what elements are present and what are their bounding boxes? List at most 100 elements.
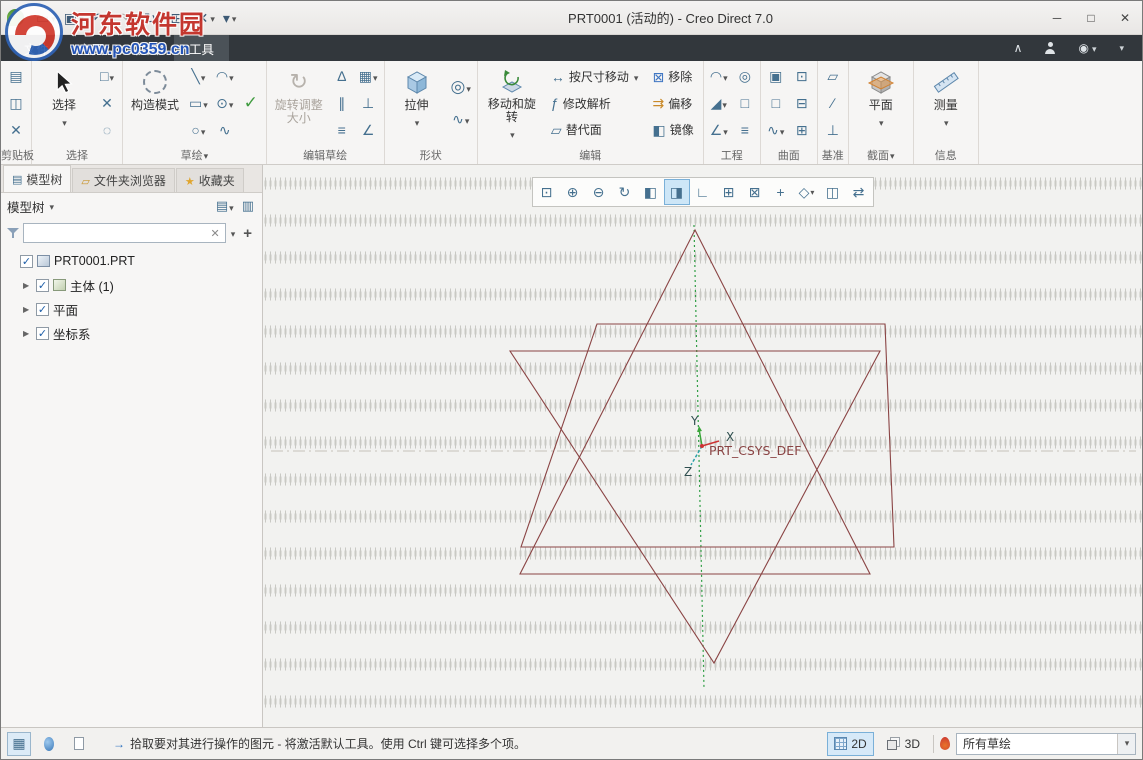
zoom-in-button[interactable]: ⊕ ▾ [560,179,586,205]
construction-mode-button[interactable]: 构造模式 [126,63,184,145]
model-tree-menu-caret-icon[interactable] [49,199,55,213]
surface-trim-button[interactable]: ▣ [764,64,788,88]
select-button[interactable]: 选择 [35,63,93,145]
angle-dimension-button[interactable]: ∠ [356,118,381,142]
section-plane-button[interactable]: 平面 [852,63,910,145]
graphics-area[interactable]: ⊡ ▾ ⊕ ▾ ⊖ ▾ ↻ ▾ ◧ ▾ ◨ ▾ ∟ [263,165,1142,727]
tree-item-checkbox[interactable] [36,327,49,340]
window-button[interactable]: ⊞ [166,7,192,29]
sketch-palette-button[interactable]: ▦ [356,64,381,88]
surface-merge-button[interactable]: ⊡ [790,64,814,88]
ribbon-tab[interactable]: 工具 [174,35,229,61]
cut-button[interactable]: ✕ [4,118,28,142]
sketch-spline-button[interactable]: ∿ [213,118,237,142]
repaint-button[interactable]: ↻ ▾ [612,179,638,205]
mode-2d-button[interactable]: 2D [827,732,873,756]
navigator-tab[interactable]: 收藏夹 [176,168,244,192]
extrude-button[interactable]: 拉伸 [388,63,446,145]
surface-solidify-button[interactable]: ⊟ [790,91,814,115]
undo-button[interactable]: ↶ [88,7,114,29]
expand-arrow-icon[interactable] [23,329,32,338]
navigator-tab[interactable]: 模型树 [3,165,71,192]
sketch-ellipse-button[interactable]: ⊙ [213,91,237,115]
hole-button[interactable]: ◎ [733,64,757,88]
saved-orientations-button[interactable]: ◨ ▾ [664,179,690,205]
measure-button[interactable]: 测量 [917,63,975,145]
shell-button[interactable]: □ [733,91,757,115]
datum-point-button[interactable]: ⊥ [821,118,845,142]
add-filter-button[interactable]: + [239,225,256,242]
navigator-tab[interactable]: 文件夹浏览器 [72,168,174,192]
clipping-button[interactable]: ◫ ▾ [820,179,846,205]
selection-filter-button[interactable]: □ [95,64,119,88]
revolve-button[interactable]: ◎ [448,75,474,99]
sketch-filter-dropdown[interactable]: 所有草绘 [956,733,1136,755]
dropdown-caret-icon[interactable] [1117,734,1135,754]
offset-button[interactable]: ⇉偏移 [646,91,699,116]
perpendicular-constraint-button[interactable]: ⊥ [356,91,381,115]
minimize-button[interactable]: ─ [1040,5,1074,31]
redo-button[interactable]: ↷ [114,7,140,29]
tree-item[interactable]: 主体 (1) [1,273,262,297]
annotation-display-button[interactable]: ⊠ ▾ [742,179,768,205]
ribbon-tab[interactable]: 主页 [64,35,119,61]
new-button[interactable]: ▭ [32,7,60,29]
close-window-button[interactable]: ✕ [193,7,219,29]
close-button[interactable]: ✕ [1108,5,1142,31]
tree-item[interactable]: PRT0001.PRT [1,249,262,273]
connect-account-button[interactable] [1038,41,1062,55]
ribbon-tab[interactable]: 视图 [119,35,174,61]
web-browser-button[interactable] [37,732,61,756]
rib-button[interactable]: ≡ [733,118,757,142]
previous-tool-button[interactable]: ⇄ ▾ [846,179,872,205]
replace-face-button[interactable]: ▱替代面 [545,117,645,142]
tree-columns-button[interactable]: ▥ [240,196,256,216]
sketch-line-button[interactable]: ╲ [186,64,211,88]
move-rotate-button[interactable]: 移动和旋转 [481,63,543,145]
search-options-caret-icon[interactable] [230,224,236,242]
full-window-button[interactable] [67,732,91,756]
tree-item-checkbox[interactable] [20,255,33,268]
display-style-button[interactable]: ◧ ▾ [638,179,664,205]
search-clear-icon[interactable]: ✕ [208,227,221,240]
spin-center-button[interactable]: + ▾ [768,179,794,205]
equal-constraint-button[interactable]: ≡ [330,118,354,142]
surface-freestyle-button[interactable]: ∿ [764,118,788,142]
clear-selection-button[interactable]: ✕ [95,91,119,115]
move-by-dimension-button[interactable]: ↔按尺寸移动 [545,64,645,89]
model-tree-search-input[interactable] [27,225,208,241]
regenerate-button[interactable]: ↻ [140,7,166,29]
expand-arrow-icon[interactable] [23,305,32,314]
tree-item[interactable]: 平面 [1,297,262,321]
toggle-navigator-button[interactable]: ▦ [7,732,31,756]
filter-funnel-icon[interactable] [7,227,19,239]
accept-sketch-button[interactable]: ✓ [239,91,263,115]
datum-plane-button[interactable]: ▱ [821,64,845,88]
sketch-arc-button[interactable]: ◠ [213,64,237,88]
sweep-button[interactable]: ∿ [448,107,474,131]
delete-segment-button[interactable]: ∆ [330,64,354,88]
display-options-button[interactable]: ◉ [1072,40,1102,56]
parallel-constraint-button[interactable]: ∥ [330,91,354,115]
datum-display-button[interactable]: ⊞ ▾ [716,179,742,205]
tree-item[interactable]: 坐标系 [1,321,262,345]
surface-extend-button[interactable]: □ [764,91,788,115]
maximize-button[interactable]: □ [1074,5,1108,31]
remove-button[interactable]: ⊠移除 [646,64,699,89]
ribbon-tab[interactable]: 文件 [9,35,64,61]
reselect-button[interactable]: ◌ [95,118,119,142]
datum-axis-button[interactable]: ∕ [821,91,845,115]
modify-analytic-button[interactable]: ƒ修改解析 [545,91,645,116]
chamfer-button[interactable]: ◢ [707,91,731,115]
sketch-rectangle-button[interactable]: ▭ [186,91,211,115]
tree-item-checkbox[interactable] [36,303,49,316]
tree-settings-button[interactable]: ▤ [214,196,236,216]
surface-fill-button[interactable]: ⊞ [790,118,814,142]
copy-button[interactable]: ◫ [4,91,28,115]
round-button[interactable]: ◠ [707,64,731,88]
refit-button[interactable]: ⊡ ▾ [534,179,560,205]
orient-mode-button[interactable]: ◇ ▾ [794,179,820,205]
sketch-circle-button[interactable]: ○ [186,118,211,142]
tree-item-checkbox[interactable] [36,279,49,292]
more-options-button[interactable] [1112,42,1130,55]
